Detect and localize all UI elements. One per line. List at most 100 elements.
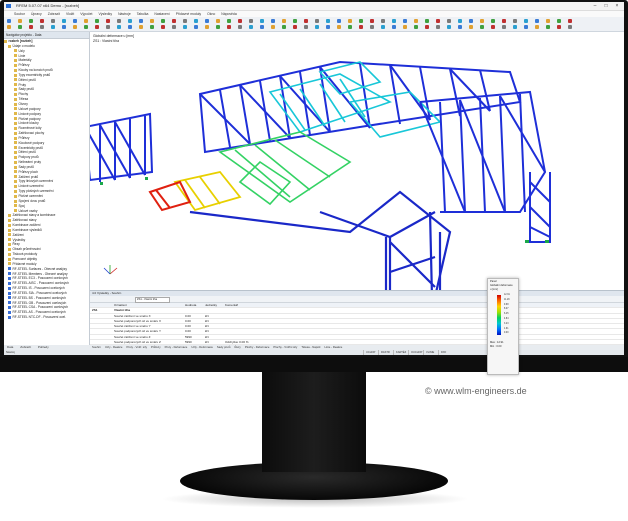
- toolbar-icon[interactable]: [392, 19, 396, 23]
- toolbar-icon[interactable]: [18, 19, 22, 23]
- toolbar-icon[interactable]: [183, 25, 187, 29]
- toolbar-icon[interactable]: [557, 25, 561, 29]
- toolbar-icon[interactable]: [491, 19, 495, 23]
- toolbar-icon[interactable]: [161, 25, 165, 29]
- table-tab[interactable]: Pruty - Vnitř. síly: [126, 345, 147, 349]
- toolbar-icon[interactable]: [84, 25, 88, 29]
- toolbar-icon[interactable]: [271, 19, 275, 23]
- tab-views[interactable]: Pohledy: [38, 345, 49, 349]
- toolbar-icon[interactable]: [293, 25, 297, 29]
- menu-item-8[interactable]: Nastavení: [154, 12, 169, 16]
- load-case-select[interactable]: ZS1 - Vlastní tíha: [135, 296, 170, 303]
- navigator-item[interactable]: RF-STEEL NTC-DF - Posouzení ocel.: [4, 315, 89, 320]
- toolbar-icon[interactable]: [249, 19, 253, 23]
- toolbar-icon[interactable]: [447, 25, 451, 29]
- toolbar-icon[interactable]: [315, 25, 319, 29]
- toolbar-icon[interactable]: [403, 19, 407, 23]
- toolbar-icon[interactable]: [216, 25, 220, 29]
- toolbar-icon[interactable]: [139, 19, 143, 23]
- toolbar-icon[interactable]: [480, 19, 484, 23]
- toolbar-icon[interactable]: [502, 19, 506, 23]
- toolbar-icon[interactable]: [425, 19, 429, 23]
- legend-panel[interactable]: Panel Globální deformace u [mm] 12.91 11.…: [487, 278, 519, 375]
- toolbar-icon[interactable]: [392, 25, 396, 29]
- menu-item-1[interactable]: Úpravy: [31, 12, 42, 16]
- table-tab[interactable]: Uzly - Deformace: [191, 345, 213, 349]
- toolbar-icon[interactable]: [315, 19, 319, 23]
- toolbar-icon[interactable]: [172, 25, 176, 29]
- toolbar-icon[interactable]: [546, 25, 550, 29]
- toolbar-icon[interactable]: [359, 25, 363, 29]
- toolbar-icon[interactable]: [337, 25, 341, 29]
- toolbar-icon[interactable]: [458, 25, 462, 29]
- toolbar-icon[interactable]: [326, 25, 330, 29]
- toolbar-icon[interactable]: [436, 25, 440, 29]
- menu-item-11[interactable]: Nápověda: [221, 12, 236, 16]
- toolbar-icon[interactable]: [370, 25, 374, 29]
- toolbar-icon[interactable]: [535, 25, 539, 29]
- toolbar-icon[interactable]: [249, 25, 253, 29]
- tab-display[interactable]: Zobrazit: [20, 345, 31, 349]
- toolbar-icon[interactable]: [62, 25, 66, 29]
- status-toggle-button[interactable]: VLINIE: [423, 350, 436, 355]
- toolbar-icon[interactable]: [128, 25, 132, 29]
- table-tab[interactable]: Linie - Reakce: [324, 345, 342, 349]
- toolbar-icon[interactable]: [150, 25, 154, 29]
- menu-item-2[interactable]: Zobrazit: [48, 12, 60, 16]
- toolbar-icon[interactable]: [18, 25, 22, 29]
- toolbar-icon[interactable]: [40, 25, 44, 29]
- status-toggle-button[interactable]: DXF: [438, 350, 448, 355]
- toolbar-icon[interactable]: [524, 25, 528, 29]
- toolbar-icon[interactable]: [51, 19, 55, 23]
- toolbar-icon[interactable]: [414, 25, 418, 29]
- status-toggle-button[interactable]: OUCHOP: [408, 350, 424, 355]
- toolbar-icon[interactable]: [370, 19, 374, 23]
- toolbar-icon[interactable]: [194, 25, 198, 29]
- toolbar-icon[interactable]: [425, 25, 429, 29]
- menu-item-5[interactable]: Výsledky: [99, 12, 113, 16]
- toolbar-icon[interactable]: [205, 25, 209, 29]
- toolbar-icon[interactable]: [491, 25, 495, 29]
- toolbar-icon[interactable]: [29, 25, 33, 29]
- toolbar-icon[interactable]: [95, 25, 99, 29]
- toolbar-icon[interactable]: [260, 25, 264, 29]
- toolbar-icon[interactable]: [29, 19, 33, 23]
- toolbar-icon[interactable]: [161, 19, 165, 23]
- toolbar-icon[interactable]: [7, 19, 11, 23]
- toolbar-icon[interactable]: [513, 19, 517, 23]
- toolbar-icon[interactable]: [480, 25, 484, 29]
- toolbar-icon[interactable]: [469, 25, 473, 29]
- toolbar-icon[interactable]: [40, 19, 44, 23]
- minimize-button[interactable]: –: [590, 2, 600, 10]
- table-tab[interactable]: Pruty - Deformace: [165, 345, 188, 349]
- toolbar-icon[interactable]: [106, 25, 110, 29]
- table-tab[interactable]: Tělesa - Napětí: [301, 345, 320, 349]
- toolbar-icon[interactable]: [447, 19, 451, 23]
- toolbar-icon[interactable]: [568, 19, 572, 23]
- toolbar-icon[interactable]: [238, 19, 242, 23]
- menu-item-4[interactable]: Výpočet: [80, 12, 92, 16]
- toolbar-icon[interactable]: [381, 19, 385, 23]
- toolbar-icon[interactable]: [205, 19, 209, 23]
- toolbar-icon[interactable]: [95, 19, 99, 23]
- toolbar-icon[interactable]: [150, 19, 154, 23]
- toolbar-icon[interactable]: [469, 19, 473, 23]
- toolbar-icon[interactable]: [106, 19, 110, 23]
- toolbar-icon[interactable]: [348, 19, 352, 23]
- model-viewport[interactable]: Globální deformace u [mm] ZS1 : Vlastní …: [90, 32, 624, 290]
- toolbar-icon[interactable]: [359, 19, 363, 23]
- menu-item-9[interactable]: Přídavné moduly: [176, 12, 201, 16]
- status-toggle-button[interactable]: KARTÉZ: [393, 350, 408, 355]
- toolbar-icon[interactable]: [260, 19, 264, 23]
- toolbar-icon[interactable]: [568, 25, 572, 29]
- toolbar-icon[interactable]: [535, 19, 539, 23]
- tab-data[interactable]: Data: [7, 345, 13, 349]
- toolbar-icon[interactable]: [502, 25, 506, 29]
- menu-item-7[interactable]: Tabulka: [137, 12, 149, 16]
- toolbar-icon[interactable]: [381, 25, 385, 29]
- table-tab[interactable]: Sady prutů: [217, 345, 231, 349]
- toolbar-icon[interactable]: [282, 25, 286, 29]
- table-tab[interactable]: Řezy: [234, 345, 240, 349]
- toolbar-icon[interactable]: [84, 19, 88, 23]
- table-tab[interactable]: Plochy - Deformace: [245, 345, 270, 349]
